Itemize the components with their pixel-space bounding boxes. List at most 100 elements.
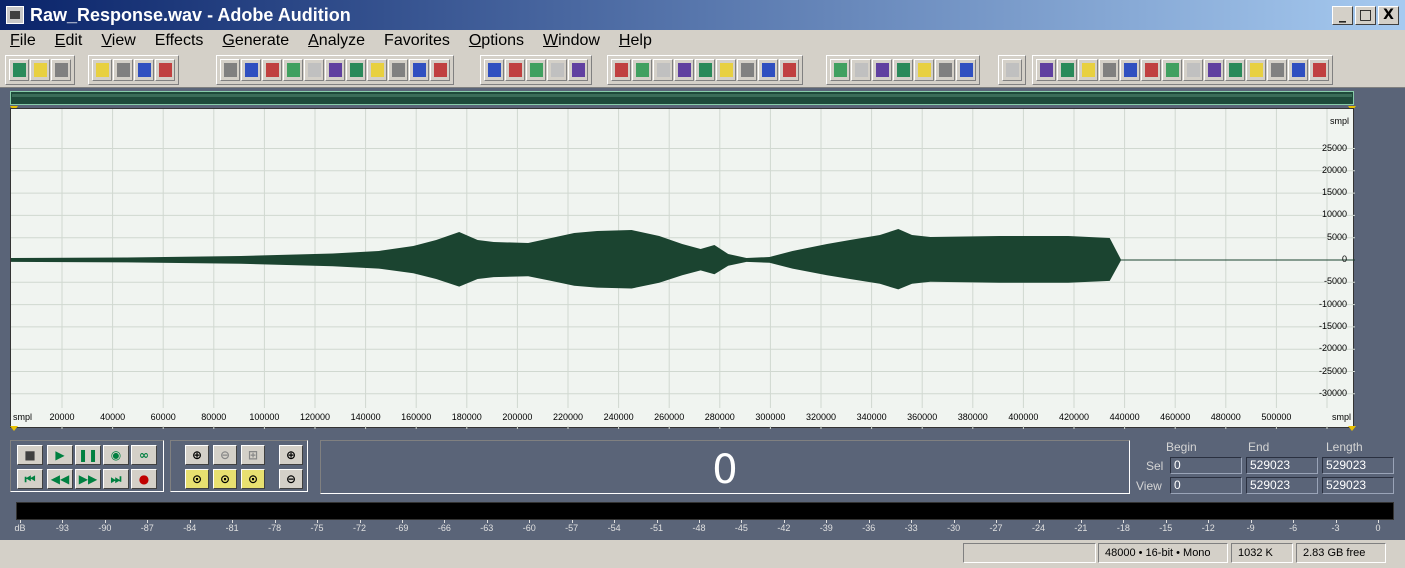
close-button[interactable]: X <box>1378 6 1399 25</box>
redo-icon[interactable] <box>262 59 282 81</box>
zoom-out-vertical-icon[interactable]: ⊖ <box>279 469 303 489</box>
view-begin-field[interactable]: 0 <box>1170 477 1242 494</box>
filter-icon[interactable] <box>1120 59 1140 81</box>
time-format-icon[interactable] <box>716 59 736 81</box>
ap42-icon[interactable] <box>1057 59 1077 81</box>
sweep2-icon[interactable] <box>1141 59 1161 81</box>
record-button[interactable]: ● <box>131 469 157 489</box>
maximize-button[interactable]: □ <box>1355 6 1376 25</box>
sample-ruler[interactable]: smpl smpl 20000 40000 60000 80000 100000 1200… <box>10 408 1354 426</box>
paste-new-icon[interactable] <box>388 59 408 81</box>
waveform-display[interactable]: smpl 25000 20000 15000 10000 5000 0 -5000 -1000… <box>10 108 1355 429</box>
view-end-field[interactable]: 529023 <box>1246 477 1318 494</box>
save-all-icon[interactable] <box>220 59 240 81</box>
multitrack-view-icon[interactable] <box>9 59 29 81</box>
undo-icon[interactable] <box>241 59 261 81</box>
sel-length-field[interactable]: 529023 <box>1322 457 1394 474</box>
rt-icon[interactable] <box>1225 59 1245 81</box>
trim-icon[interactable] <box>430 59 450 81</box>
play-to-end-button[interactable]: ◉ <box>103 445 129 465</box>
zoom-in-icon[interactable]: ⊕ <box>185 445 209 465</box>
ff-icon[interactable] <box>1162 59 1182 81</box>
fade-icon[interactable] <box>526 59 546 81</box>
menu-favorites[interactable]: Favorites <box>374 32 459 50</box>
analyzer-icon[interactable] <box>914 59 934 81</box>
reverb-icon[interactable] <box>611 59 631 81</box>
itu-p56-icon[interactable] <box>1267 59 1287 81</box>
meter-icon[interactable] <box>1002 59 1022 81</box>
sti-icon[interactable] <box>1288 59 1308 81</box>
start-marker-bottom-icon[interactable] <box>10 426 18 431</box>
go-to-end-button[interactable]: ⏭ <box>103 469 129 489</box>
view-length-field[interactable]: 529023 <box>1322 477 1394 494</box>
copy-icon[interactable] <box>325 59 345 81</box>
menu-file[interactable]: File <box>0 32 45 50</box>
normalize-icon[interactable] <box>484 59 504 81</box>
waveform-plot[interactable] <box>11 109 1355 429</box>
playlist-icon[interactable] <box>674 59 694 81</box>
bands-icon[interactable] <box>1204 59 1224 81</box>
rewind-button[interactable]: ◀◀ <box>47 469 73 489</box>
spectral-view-icon[interactable] <box>632 59 652 81</box>
stop-button[interactable]: ■ <box>17 445 43 465</box>
sel-begin-field[interactable]: 0 <box>1170 457 1242 474</box>
zoom-full-icon[interactable]: ⊞ <box>241 445 265 465</box>
zoom-right-icon[interactable]: ⊙ <box>241 469 265 489</box>
waveform-view-icon[interactable] <box>653 59 673 81</box>
fast-forward-button[interactable]: ▶▶ <box>75 469 101 489</box>
edit-view-icon[interactable] <box>30 59 50 81</box>
envelope-icon[interactable] <box>547 59 567 81</box>
sel-end-field[interactable]: 529023 <box>1246 457 1318 474</box>
menu-edit[interactable]: Edit <box>45 32 92 50</box>
zoom-left-icon[interactable]: ⊙ <box>213 469 237 489</box>
save-icon[interactable] <box>155 59 175 81</box>
paste-icon[interactable] <box>367 59 387 81</box>
menu-effects[interactable]: Effects <box>145 32 213 50</box>
open-icon[interactable] <box>113 59 133 81</box>
menu-options[interactable]: Options <box>459 32 533 50</box>
irs-icon[interactable] <box>851 59 871 81</box>
app-icon[interactable] <box>6 6 24 24</box>
pause-button[interactable]: ❚❚ <box>75 445 101 465</box>
meter-tick-label: -33 <box>904 523 918 533</box>
repeat-icon[interactable] <box>283 59 303 81</box>
mix-paste-icon[interactable] <box>409 59 429 81</box>
close-icon[interactable] <box>134 59 154 81</box>
go-to-start-button[interactable]: ⏮ <box>17 469 43 489</box>
end-marker-bottom-icon[interactable] <box>1348 426 1356 431</box>
zoom-icon[interactable] <box>695 59 715 81</box>
new-icon[interactable] <box>92 59 112 81</box>
delay-icon[interactable] <box>568 59 588 81</box>
noise-icon[interactable] <box>956 59 976 81</box>
bar-red-icon[interactable] <box>1183 59 1203 81</box>
generate-icon[interactable] <box>830 59 850 81</box>
menu-generate[interactable]: Generate <box>212 32 298 50</box>
tc-icon[interactable] <box>1246 59 1266 81</box>
loop-button[interactable]: ∞ <box>131 445 157 465</box>
grid-icon[interactable] <box>737 59 757 81</box>
fit-icon[interactable] <box>779 59 799 81</box>
overview-bar[interactable] <box>10 91 1354 105</box>
title-bar[interactable]: Raw_Response.wav - Adobe Audition _ □ X <box>0 0 1405 30</box>
copy-new-icon[interactable] <box>304 59 324 81</box>
sweep-icon[interactable] <box>893 59 913 81</box>
menu-window[interactable]: Window <box>533 32 609 50</box>
menu-analyze[interactable]: Analyze <box>298 32 374 50</box>
minimize-button[interactable]: _ <box>1332 6 1353 25</box>
varp-icon[interactable] <box>1099 59 1119 81</box>
cd-view-icon[interactable] <box>51 59 71 81</box>
zoom-out-icon[interactable]: ⊖ <box>213 445 237 465</box>
colors-icon[interactable] <box>758 59 778 81</box>
zoom-in-vertical-icon[interactable]: ⊕ <box>279 445 303 465</box>
menu-help[interactable]: Help <box>609 32 661 50</box>
zoom-to-selection-icon[interactable]: ⊙ <box>185 469 209 489</box>
ff2-icon[interactable] <box>1309 59 1329 81</box>
cut-icon[interactable] <box>346 59 366 81</box>
ap4-icon[interactable] <box>1036 59 1056 81</box>
menu-view[interactable]: View <box>91 32 144 50</box>
amplify-icon[interactable] <box>505 59 525 81</box>
mq-icon[interactable] <box>1078 59 1098 81</box>
play-button[interactable]: ▶ <box>47 445 73 465</box>
mls-icon[interactable] <box>872 59 892 81</box>
record-icon[interactable] <box>935 59 955 81</box>
